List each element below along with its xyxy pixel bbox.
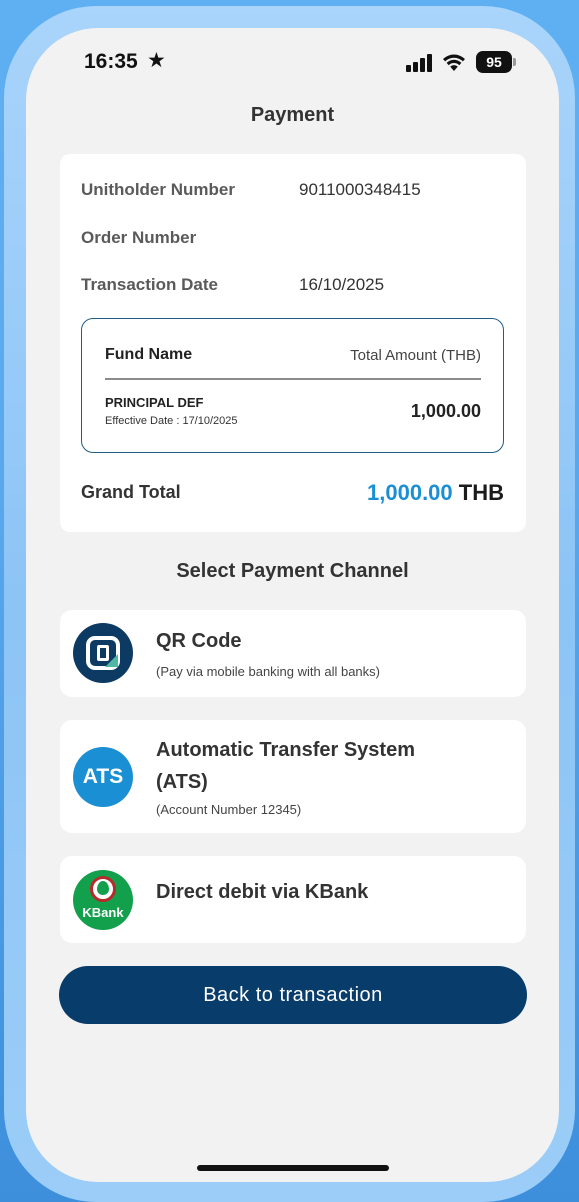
channel-title: Automatic Transfer System bbox=[156, 739, 415, 761]
payment-channel-heading: Select Payment Channel bbox=[176, 560, 409, 582]
page-title: Payment bbox=[250, 104, 335, 126]
kbank-icon: KBank bbox=[73, 870, 133, 930]
channel-qr-code[interactable]: QR Code (Pay via mobile banking with all… bbox=[60, 610, 526, 697]
signal-icon bbox=[406, 54, 434, 72]
star-icon: ★ bbox=[147, 49, 166, 72]
wifi-icon bbox=[443, 54, 465, 71]
transaction-date-label: Transaction Date bbox=[81, 275, 218, 294]
total-amount-header: Total Amount (THB) bbox=[350, 347, 481, 364]
unitholder-value: 9011000348415 bbox=[299, 180, 421, 199]
fund-table: Fund Name Total Amount (THB) PRINCIPAL D… bbox=[81, 318, 504, 453]
battery-tip bbox=[513, 58, 516, 66]
qr-payment-icon bbox=[73, 623, 133, 683]
channel-kbank[interactable]: KBank Direct debit via KBank bbox=[60, 856, 526, 943]
transaction-date-value: 16/10/2025 bbox=[299, 275, 385, 294]
grand-total-amount: 1,000.00 bbox=[367, 480, 453, 505]
kbank-icon-text: KBank bbox=[82, 905, 124, 920]
status-time: 16:35 bbox=[84, 50, 138, 73]
ats-icon: ATS bbox=[73, 747, 133, 807]
fund-name-header: Fund Name bbox=[105, 346, 193, 363]
phone-screen: 16:35 ★ 95 Payment Unitholder Number 901… bbox=[26, 28, 559, 1182]
home-indicator[interactable] bbox=[197, 1165, 389, 1171]
summary-card: Unitholder Number 9011000348415 Order Nu… bbox=[60, 154, 526, 532]
fund-divider bbox=[105, 378, 481, 380]
channel-title: Direct debit via KBank bbox=[156, 881, 369, 903]
back-to-transaction-button[interactable]: Back to transaction bbox=[59, 966, 527, 1024]
battery-icon: 95 bbox=[476, 51, 512, 73]
channel-title-line2: (ATS) bbox=[156, 771, 208, 793]
grand-total-value: 1,000.00 THB bbox=[367, 480, 504, 506]
grand-total-currency: THB bbox=[458, 480, 504, 505]
fund-amount: 1,000.00 bbox=[410, 401, 481, 421]
channel-subtitle: (Account Number 12345) bbox=[156, 802, 302, 817]
fund-name: PRINCIPAL DEF bbox=[105, 395, 204, 410]
channel-title: QR Code bbox=[156, 630, 242, 652]
channel-ats[interactable]: ATS Automatic Transfer System (ATS) (Acc… bbox=[60, 720, 526, 833]
unitholder-label: Unitholder Number bbox=[81, 180, 235, 199]
effective-date: Effective Date : 17/10/2025 bbox=[105, 415, 238, 427]
status-bar: 16:35 ★ 95 bbox=[26, 28, 559, 98]
channel-subtitle: (Pay via mobile banking with all banks) bbox=[156, 664, 380, 679]
grand-total-label: Grand Total bbox=[81, 482, 181, 502]
order-number-label: Order Number bbox=[81, 228, 197, 247]
